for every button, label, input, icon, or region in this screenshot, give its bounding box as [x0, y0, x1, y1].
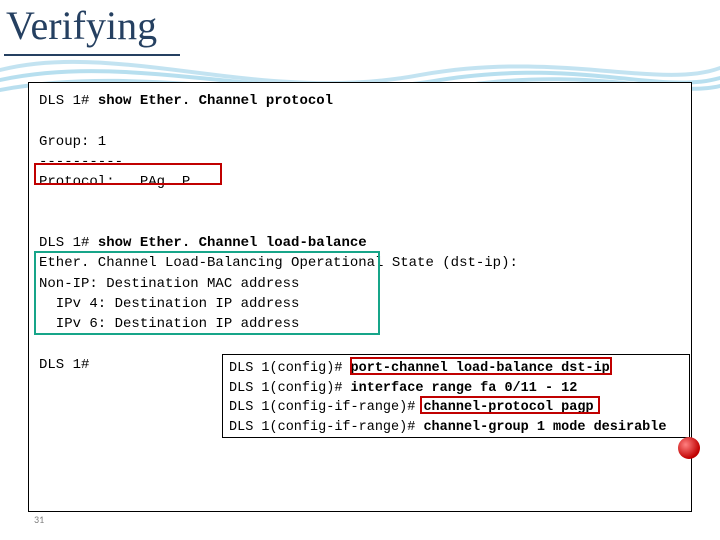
blank-line: [39, 192, 681, 212]
highlight-loadbalance: [34, 251, 380, 335]
highlight-protocol: [34, 163, 222, 185]
slide-title: Verifying: [6, 2, 157, 49]
title-underline: [4, 54, 180, 56]
blank-line: [39, 111, 681, 131]
blank-line: [39, 335, 681, 355]
cfg-line-4: DLS 1(config-if-range)# channel-group 1 …: [229, 418, 683, 438]
blank-line: [39, 213, 681, 233]
pointer-dot: [678, 437, 700, 459]
cmd-line-1: DLS 1# show Ether. Channel protocol: [39, 91, 681, 111]
page-number: 31: [34, 513, 44, 526]
slide: Verifying DLS 1# show Ether. Channel pro…: [0, 0, 720, 540]
highlight-channelprotocol: [420, 396, 600, 414]
highlight-portchannel: [350, 357, 612, 375]
group-line: Group: 1: [39, 132, 681, 152]
